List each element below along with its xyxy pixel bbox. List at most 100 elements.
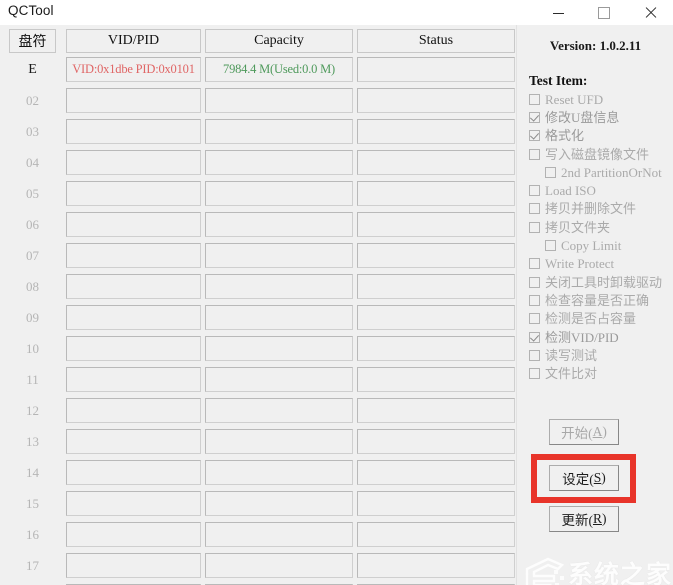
cell-vidpid[interactable] xyxy=(66,88,201,113)
checkbox-checked-icon[interactable] xyxy=(529,130,540,142)
cell-vidpid[interactable] xyxy=(66,336,201,361)
cell-vidpid[interactable] xyxy=(66,274,201,299)
test-item-row[interactable]: 2nd PartitionOrNot xyxy=(529,163,673,181)
cell-vidpid[interactable] xyxy=(66,429,201,454)
cell-status[interactable] xyxy=(357,274,515,299)
cell-status[interactable] xyxy=(357,119,515,144)
table-row[interactable]: 05 xyxy=(0,178,516,209)
cell-capacity[interactable] xyxy=(205,522,353,547)
test-item-row[interactable]: Load ISO xyxy=(529,181,673,199)
cell-vidpid[interactable] xyxy=(66,150,201,175)
cell-capacity[interactable] xyxy=(205,305,353,330)
cell-capacity[interactable] xyxy=(205,212,353,237)
checkbox-checked-icon[interactable] xyxy=(529,331,540,343)
test-item-row[interactable]: 检测VID/PID xyxy=(529,328,673,346)
test-item-row[interactable]: Reset UFD xyxy=(529,90,673,108)
cell-vidpid[interactable] xyxy=(66,119,201,144)
cell-capacity[interactable] xyxy=(205,150,353,175)
column-header-status[interactable]: Status xyxy=(357,29,515,53)
cell-capacity[interactable] xyxy=(205,491,353,516)
cell-status[interactable] xyxy=(357,181,515,206)
cell-vidpid[interactable] xyxy=(66,460,201,485)
checkbox-unchecked-icon[interactable] xyxy=(545,166,556,178)
cell-vidpid[interactable] xyxy=(66,181,201,206)
column-header-vidpid[interactable]: VID/PID xyxy=(66,29,201,53)
cell-status[interactable] xyxy=(357,553,515,578)
table-row[interactable]: 18 xyxy=(0,581,516,585)
table-row[interactable]: 12 xyxy=(0,395,516,426)
checkbox-unchecked-icon[interactable] xyxy=(529,203,540,215)
maximize-button[interactable] xyxy=(581,0,627,25)
cell-vidpid[interactable] xyxy=(66,212,201,237)
cell-capacity[interactable] xyxy=(205,553,353,578)
test-item-row[interactable]: 拷贝并删除文件 xyxy=(529,200,673,218)
checkbox-unchecked-icon[interactable] xyxy=(529,185,540,197)
cell-capacity[interactable] xyxy=(205,181,353,206)
cell-status[interactable] xyxy=(357,57,515,82)
cell-capacity[interactable] xyxy=(205,243,353,268)
table-row[interactable]: 14 xyxy=(0,457,516,488)
column-header-capacity[interactable]: Capacity xyxy=(205,29,353,53)
cell-vidpid[interactable] xyxy=(66,491,201,516)
cell-status[interactable] xyxy=(357,460,515,485)
checkbox-unchecked-icon[interactable] xyxy=(529,221,540,233)
table-row[interactable]: 08 xyxy=(0,271,516,302)
table-row[interactable]: 10 xyxy=(0,333,516,364)
close-button[interactable] xyxy=(627,0,673,25)
cell-vidpid[interactable]: VID:0x1dbe PID:0x0101 xyxy=(66,57,201,82)
cell-vidpid[interactable] xyxy=(66,367,201,392)
cell-capacity[interactable]: 7984.4 M(Used:0.0 M) xyxy=(205,57,353,82)
test-item-row[interactable]: 写入磁盘镜像文件 xyxy=(529,145,673,163)
test-item-row[interactable]: 格式化 xyxy=(529,127,673,145)
table-row[interactable]: 06 xyxy=(0,209,516,240)
table-row[interactable]: 13 xyxy=(0,426,516,457)
checkbox-unchecked-icon[interactable] xyxy=(529,258,540,270)
checkbox-checked-icon[interactable] xyxy=(529,111,540,123)
cell-status[interactable] xyxy=(357,367,515,392)
checkbox-unchecked-icon[interactable] xyxy=(529,93,540,105)
minimize-button[interactable] xyxy=(535,0,581,25)
test-item-row[interactable]: 关闭工具时卸载驱动 xyxy=(529,273,673,291)
test-item-row[interactable]: 检查容量是否正确 xyxy=(529,291,673,309)
checkbox-unchecked-icon[interactable] xyxy=(529,368,540,380)
update-button[interactable]: 更新(R) xyxy=(549,506,619,532)
cell-status[interactable] xyxy=(357,243,515,268)
checkbox-unchecked-icon[interactable] xyxy=(529,148,540,160)
cell-status[interactable] xyxy=(357,88,515,113)
cell-vidpid[interactable] xyxy=(66,522,201,547)
checkbox-unchecked-icon[interactable] xyxy=(529,276,540,288)
cell-capacity[interactable] xyxy=(205,336,353,361)
test-item-row[interactable]: 读写测试 xyxy=(529,346,673,364)
table-row[interactable]: E VID:0x1dbe PID:0x0101 7984.4 M(Used:0.0 … xyxy=(0,54,516,85)
table-row[interactable]: 09 xyxy=(0,302,516,333)
table-row[interactable]: 07 xyxy=(0,240,516,271)
test-item-row[interactable]: 检测是否占容量 xyxy=(529,310,673,328)
checkbox-unchecked-icon[interactable] xyxy=(529,313,540,325)
cell-status[interactable] xyxy=(357,212,515,237)
cell-status[interactable] xyxy=(357,522,515,547)
cell-vidpid[interactable] xyxy=(66,398,201,423)
cell-status[interactable] xyxy=(357,491,515,516)
table-row[interactable]: 03 xyxy=(0,116,516,147)
table-row[interactable]: 16 xyxy=(0,519,516,550)
test-item-row[interactable]: 文件比对 xyxy=(529,364,673,382)
cell-capacity[interactable] xyxy=(205,274,353,299)
cell-capacity[interactable] xyxy=(205,460,353,485)
checkbox-unchecked-icon[interactable] xyxy=(545,240,556,252)
table-row[interactable]: 04 xyxy=(0,147,516,178)
column-header-drive[interactable]: 盘符 xyxy=(9,29,56,53)
cell-status[interactable] xyxy=(357,336,515,361)
cell-status[interactable] xyxy=(357,305,515,330)
checkbox-unchecked-icon[interactable] xyxy=(529,349,540,361)
cell-capacity[interactable] xyxy=(205,367,353,392)
set-button[interactable]: 设定(S) xyxy=(549,465,619,491)
cell-capacity[interactable] xyxy=(205,119,353,144)
checkbox-unchecked-icon[interactable] xyxy=(529,294,540,306)
table-row[interactable]: 15 xyxy=(0,488,516,519)
cell-vidpid[interactable] xyxy=(66,553,201,578)
cell-vidpid[interactable] xyxy=(66,243,201,268)
start-button[interactable]: 开始(A) xyxy=(549,419,619,445)
test-item-row[interactable]: Write Protect xyxy=(529,255,673,273)
cell-capacity[interactable] xyxy=(205,88,353,113)
table-row[interactable]: 02 xyxy=(0,85,516,116)
